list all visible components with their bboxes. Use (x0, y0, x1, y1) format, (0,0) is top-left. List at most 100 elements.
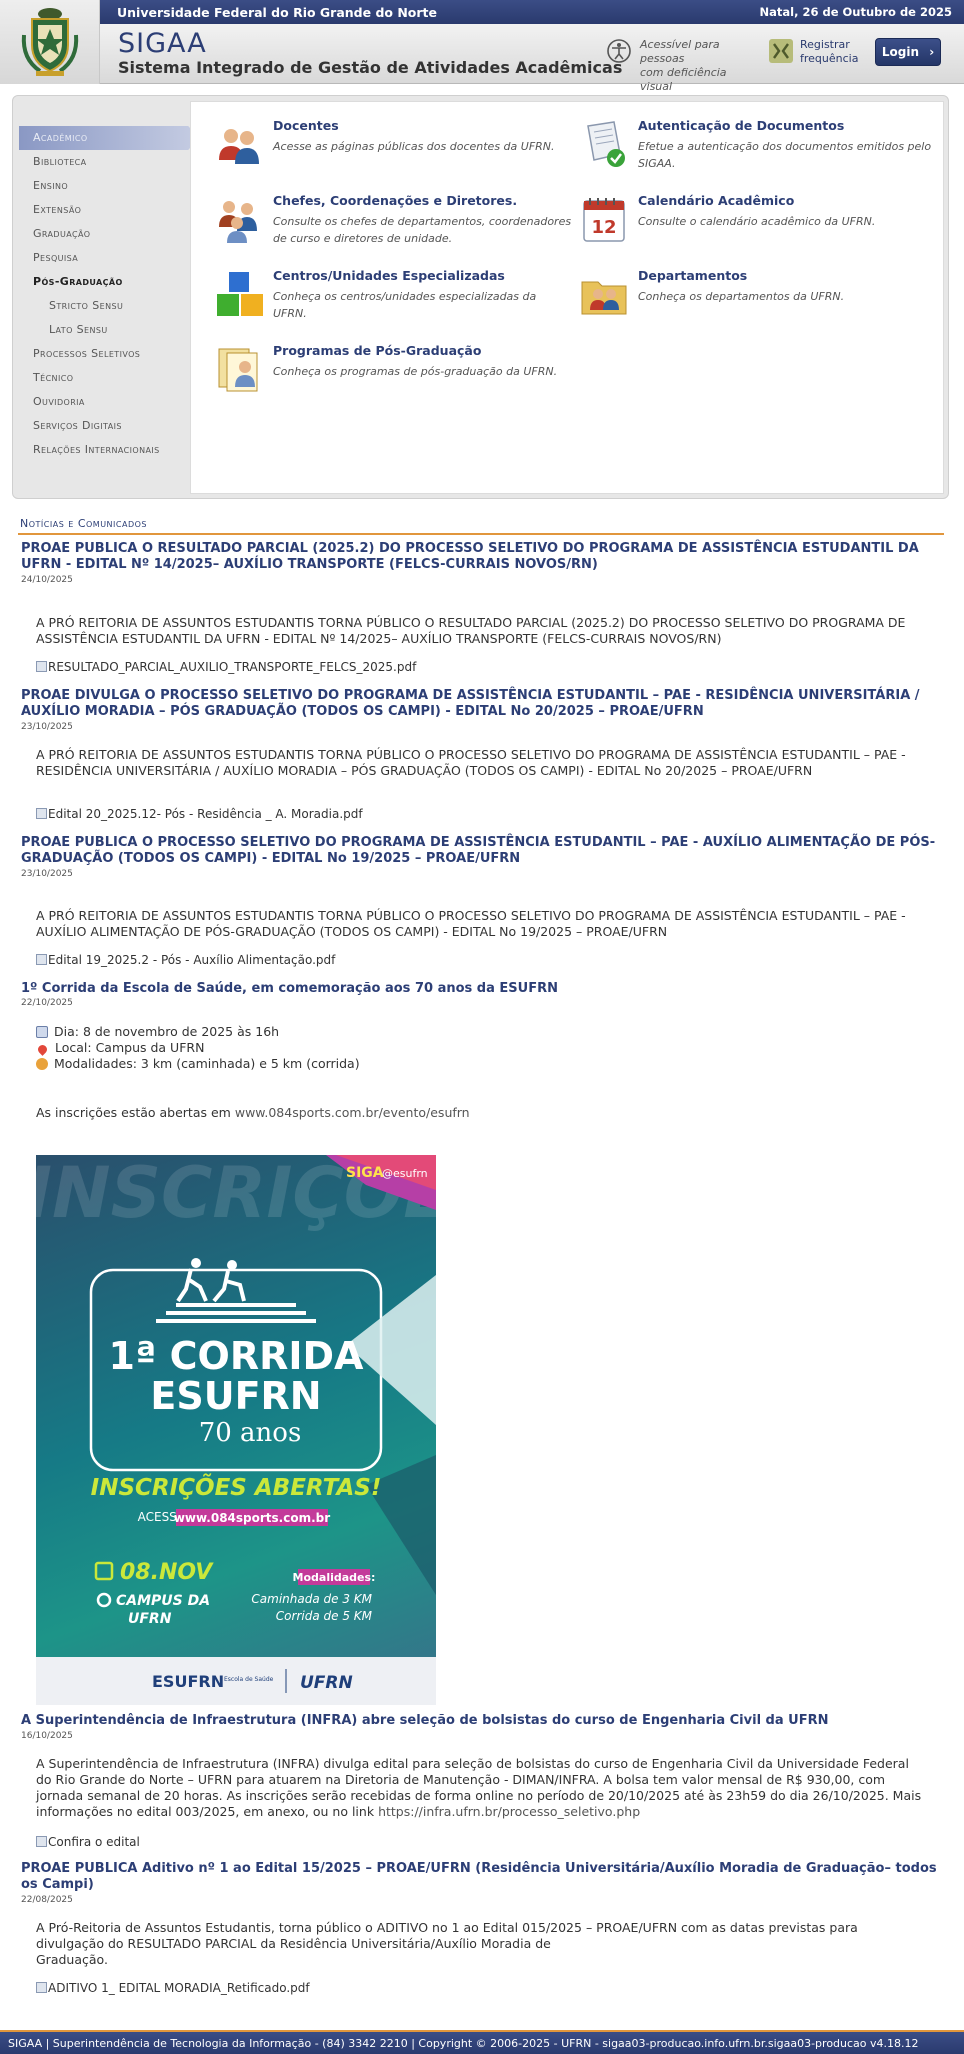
news-date: 24/10/2025 (21, 575, 73, 585)
attachment-label: Edital 19_2025.2 - Pós - Auxílio Aliment… (48, 953, 336, 967)
portal-panel: Acadêmico Biblioteca Ensino Extensão Gra… (12, 95, 949, 499)
news-body: A Pró-Reitoria de Assuntos Estudantis, t… (36, 1920, 858, 1967)
news-attachment[interactable]: Edital 20_2025.12- Pós - Residência _ A.… (36, 807, 363, 821)
menu-item-ensino[interactable]: Ensino (19, 174, 199, 198)
menu-item-pos-graduacao[interactable]: Pós-Graduação (19, 270, 199, 294)
attachment-label: Confira o edital (48, 1835, 140, 1849)
calendar-icon-number: 12 (591, 217, 616, 238)
accessibility-line2: com deficiência visual (640, 66, 727, 93)
footer: SIGAA | Superintendência de Tecnologia d… (0, 2030, 964, 2054)
news-date: 22/10/2025 (21, 998, 73, 1008)
poster-art: INSCRIÇÕE SIGA @esufrn 1ª CORRIDA ESUFRN… (36, 1155, 436, 1627)
attachment-icon (36, 661, 47, 672)
side-menu: Acadêmico Biblioteca Ensino Extensão Gra… (19, 126, 199, 462)
brand-name: SIGAA (118, 28, 207, 59)
folder-people-icon (581, 281, 627, 315)
news-date: 22/08/2025 (21, 1895, 73, 1905)
card-desc: Conheça os departamentos da UFRN. (638, 290, 845, 303)
registration-text: As inscrições estão abertas em www.084sp… (36, 1105, 470, 1120)
attachment-icon (36, 1982, 47, 1993)
svg-text:CAMPUS DA: CAMPUS DA (116, 1593, 210, 1609)
news-title[interactable]: PROAE PUBLICA Aditivo nº 1 ao Edital 15/… (21, 1861, 941, 1893)
card-desc: Conheça os centros/unidades especializad… (273, 290, 537, 320)
documents-person-icon (218, 348, 258, 392)
news-attachment[interactable]: ADITIVO 1_ EDITAL MORADIA_Retificado.pdf (36, 1981, 310, 1995)
frequency-line1: Registrar (800, 38, 850, 51)
news-title[interactable]: A Superintendência de Infraestrutura (IN… (21, 1713, 941, 1729)
infra-link[interactable]: https://infra.ufrn.br/processo_seletivo.… (378, 1804, 640, 1819)
frequency-icon (769, 39, 793, 63)
news-body: A PRÓ REITORIA DE ASSUNTOS ESTUDANTIS TO… (36, 747, 906, 778)
header: SIGAA Sistema Integrado de Gestão de Ati… (0, 24, 964, 93)
card-title: Autenticação de Documentos (638, 118, 845, 133)
svg-text:UFRN: UFRN (300, 1673, 353, 1693)
card-title: Departamentos (638, 268, 748, 283)
news-body: A PRÓ REITORIA DE ASSUNTOS ESTUDANTIS TO… (36, 615, 906, 646)
menu-item-academico[interactable]: Acadêmico (19, 126, 199, 150)
accessibility-icon (607, 39, 631, 63)
menu-item-stricto-sensu[interactable]: Stricto Sensu (19, 294, 199, 318)
brand-subtitle: Sistema Integrado de Gestão de Atividade… (118, 58, 623, 77)
menu-item-ouvidoria[interactable]: Ouvidoria (19, 390, 199, 414)
news-title[interactable]: 1º Corrida da Escola de Saúde, em comemo… (21, 981, 941, 997)
menu-item-lato-sensu[interactable]: Lato Sensu (19, 318, 199, 342)
card-departamentos[interactable]: Departamentos Conheça os departamentos d… (580, 268, 940, 338)
card-calendario[interactable]: 12 Calendário Acadêmico Consulte o calen… (580, 193, 940, 263)
news-divider (18, 533, 944, 535)
svg-text:www.084sports.com.br: www.084sports.com.br (174, 1511, 330, 1525)
news-attachment[interactable]: Edital 19_2025.2 - Pós - Auxílio Aliment… (36, 953, 335, 967)
svg-text:08.NOV: 08.NOV (120, 1560, 214, 1585)
menu-item-servicos-digitais[interactable]: Serviços Digitais (19, 414, 199, 438)
poster-footer: ESUFRN Escola de Saúde UFRN (36, 1657, 436, 1705)
attachment-icon (36, 808, 47, 819)
menu-item-processos-seletivos[interactable]: Processos Seletivos (19, 342, 199, 366)
poster-logos: ESUFRN Escola de Saúde UFRN (152, 1669, 353, 1693)
brand[interactable]: SIGAA Sistema Integrado de Gestão de Ati… (118, 28, 623, 78)
ufrn-coat-of-arms (21, 8, 79, 76)
news-date: 16/10/2025 (21, 1731, 73, 1741)
medal-icon (36, 1058, 48, 1070)
attachment-label: ADITIVO 1_ EDITAL MORADIA_Retificado.pdf (48, 1981, 310, 1995)
attachment-icon (36, 954, 47, 965)
news-attachment[interactable]: Confira o edital (36, 1835, 140, 1849)
accessibility-link[interactable]: Acessível para pessoas com deficiência v… (606, 36, 756, 93)
menu-item-tecnico[interactable]: Técnico (19, 366, 199, 390)
card-programas[interactable]: Programas de Pós-Graduação Conheça os pr… (215, 343, 575, 413)
card-docentes[interactable]: Docentes Acesse as páginas públicas dos … (215, 118, 575, 188)
cubes-icon (217, 272, 263, 316)
card-chefes[interactable]: Chefes, Coordenações e Diretores. Consul… (215, 193, 575, 263)
svg-text:@esufrn: @esufrn (382, 1167, 428, 1180)
card-title: Docentes (273, 118, 339, 133)
card-title: Chefes, Coordenações e Diretores. (273, 193, 518, 208)
svg-text:SIGA: SIGA (346, 1165, 384, 1181)
news-heading: Notícias e Comunicados (20, 517, 147, 530)
card-desc: Conheça os programas de pós-graduação da… (273, 365, 558, 378)
event-bullet: Modalidades: 3 km (caminhada) e 5 km (co… (36, 1056, 360, 1071)
login-button[interactable]: Login › (875, 38, 941, 66)
frequency-line2: frequência (800, 52, 859, 65)
accessibility-line1: Acessível para pessoas (640, 38, 720, 65)
news-title[interactable]: PROAE PUBLICA O PROCESSO SELETIVO DO PRO… (21, 835, 941, 867)
svg-text:70 anos: 70 anos (199, 1418, 302, 1448)
university-name: Universidade Federal do Rio Grande do No… (117, 5, 438, 20)
attachment-icon (36, 1836, 47, 1847)
news-date: 23/10/2025 (21, 869, 73, 879)
menu-item-biblioteca[interactable]: Biblioteca (19, 150, 199, 174)
menu-item-extensao[interactable]: Extensão (19, 198, 199, 222)
register-frequency-link[interactable]: Registrar frequência (768, 36, 868, 66)
registration-link[interactable]: www.084sports.com.br/evento/esufrn (235, 1105, 470, 1120)
card-centros[interactable]: Centros/Unidades Especializadas Conheça … (215, 268, 575, 338)
menu-item-graduacao[interactable]: Graduação (19, 222, 199, 246)
event-bullet: Local: Campus da UFRN (36, 1040, 204, 1056)
chevron-right-icon: › (929, 45, 935, 59)
portal-cards: Docentes Acesse as páginas públicas dos … (190, 101, 944, 494)
menu-item-relacoes-internacionais[interactable]: Relações Internacionais (19, 438, 199, 462)
card-autenticacao[interactable]: Autenticação de Documentos Efetue a aute… (580, 118, 940, 188)
news-title[interactable]: PROAE PUBLICA O RESULTADO PARCIAL (2025.… (21, 541, 941, 573)
menu-item-pesquisa[interactable]: Pesquisa (19, 246, 199, 270)
news-attachment[interactable]: RESULTADO_PARCIAL_AUXILIO_TRANSPORTE_FEL… (36, 660, 416, 674)
news-title[interactable]: PROAE DIVULGA O PROCESSO SELETIVO DO PRO… (21, 688, 941, 720)
svg-text:Caminhada de 3 KM: Caminhada de 3 KM (251, 1592, 372, 1606)
logo[interactable] (0, 0, 100, 84)
card-title: Calendário Acadêmico (638, 193, 795, 208)
